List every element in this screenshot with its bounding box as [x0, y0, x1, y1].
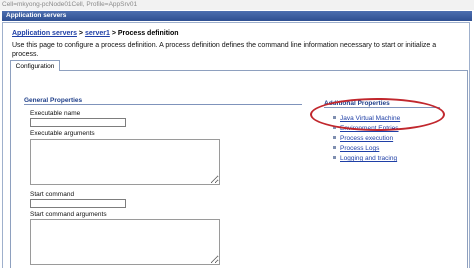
- link-java-virtual-machine[interactable]: Java Virtual Machine: [340, 115, 400, 122]
- general-properties-heading: General Properties: [24, 97, 302, 105]
- bullet-icon: [333, 145, 336, 149]
- list-item: Process Logs: [333, 144, 400, 154]
- executable-name-input[interactable]: [30, 118, 126, 127]
- executable-name-label: Executable name: [30, 110, 81, 117]
- breadcrumb-separator: >: [109, 30, 118, 37]
- additional-properties-heading: Additional Properties: [324, 100, 440, 108]
- bullet-icon: [333, 115, 336, 119]
- start-command-arguments-label: Start command arguments: [30, 211, 107, 218]
- executable-arguments-textarea[interactable]: [30, 139, 220, 185]
- breadcrumb-current: Process definition: [117, 30, 179, 37]
- list-item: Environment Entries: [333, 124, 400, 134]
- link-process-logs[interactable]: Process Logs: [340, 145, 379, 152]
- start-command-input[interactable]: [30, 199, 126, 208]
- additional-properties-list: Java Virtual Machine Environment Entries…: [333, 114, 400, 164]
- tab-configuration[interactable]: Configuration: [10, 60, 60, 71]
- panel-title-bar: Application servers: [2, 11, 472, 21]
- list-item: Process execution: [333, 134, 400, 144]
- link-process-execution[interactable]: Process execution: [340, 135, 393, 142]
- breadcrumb-link-server1[interactable]: server1: [85, 30, 110, 37]
- list-item: Java Virtual Machine: [333, 114, 400, 124]
- breadcrumb-link-application-servers[interactable]: Application servers: [12, 30, 77, 37]
- breadcrumb-separator: >: [76, 30, 85, 37]
- start-command-label: Start command: [30, 191, 75, 198]
- page-description: Use this page to configure a process def…: [12, 42, 437, 58]
- breadcrumb: Application servers > server1 > Process …: [12, 30, 179, 37]
- start-command-arguments-textarea[interactable]: [30, 219, 220, 265]
- context-path: Cell=mkyong-pcNode01Cell, Profile=AppSrv…: [0, 0, 474, 10]
- bullet-icon: [333, 135, 336, 139]
- list-item: Logging and tracing: [333, 154, 400, 164]
- executable-arguments-label: Executable arguments: [30, 130, 95, 137]
- bullet-icon: [333, 125, 336, 129]
- link-environment-entries[interactable]: Environment Entries: [340, 125, 399, 132]
- bullet-icon: [333, 155, 336, 159]
- link-logging-and-tracing[interactable]: Logging and tracing: [340, 155, 397, 162]
